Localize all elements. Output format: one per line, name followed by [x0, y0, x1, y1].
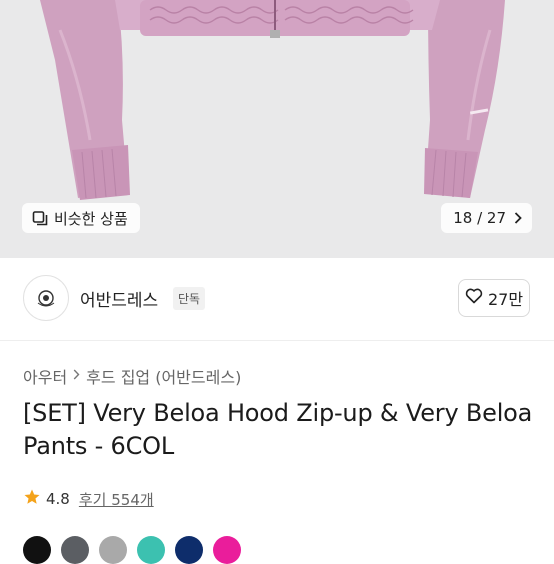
color-swatches	[23, 536, 241, 564]
color-swatch[interactable]	[99, 536, 127, 564]
store-name[interactable]: 어반드레스	[80, 286, 158, 311]
color-swatch[interactable]	[175, 536, 203, 564]
store-logo-icon	[37, 290, 55, 307]
chevron-right-icon	[514, 212, 522, 224]
similar-icon	[32, 210, 48, 226]
image-counter-button[interactable]: 18 / 27	[441, 203, 532, 233]
similar-products-label: 비슷한 상품	[54, 209, 128, 228]
color-swatch[interactable]	[23, 536, 51, 564]
like-count: 27만	[487, 290, 524, 309]
product-title: [SET] Very Beloa Hood Zip-up & Very Belo…	[23, 399, 533, 460]
breadcrumb: 아우터 후드 집업 (어반드레스)	[23, 364, 241, 388]
color-swatch[interactable]	[61, 536, 89, 564]
breadcrumb-item-category[interactable]: 아우터	[23, 364, 67, 388]
product-image[interactable]: 비슷한 상품 18 / 27	[0, 0, 554, 258]
exclusive-badge: 단독	[173, 287, 206, 310]
reviews-link[interactable]: 후기 554개	[79, 489, 154, 510]
color-swatch[interactable]	[137, 536, 165, 564]
star-icon	[23, 488, 41, 510]
color-swatch[interactable]	[213, 536, 241, 564]
rating-row[interactable]: 4.8 후기 554개	[23, 488, 154, 510]
heart-icon	[465, 288, 483, 308]
chevron-right-icon	[73, 369, 80, 384]
rating-value: 4.8	[46, 490, 70, 508]
image-counter: 18 / 27	[453, 209, 506, 227]
similar-products-button[interactable]: 비슷한 상품	[22, 203, 140, 233]
divider	[0, 340, 554, 341]
store-logo[interactable]	[23, 275, 69, 321]
like-button[interactable]: 27만	[458, 279, 530, 317]
breadcrumb-item-subcategory[interactable]: 후드 집업 (어반드레스)	[86, 364, 241, 388]
